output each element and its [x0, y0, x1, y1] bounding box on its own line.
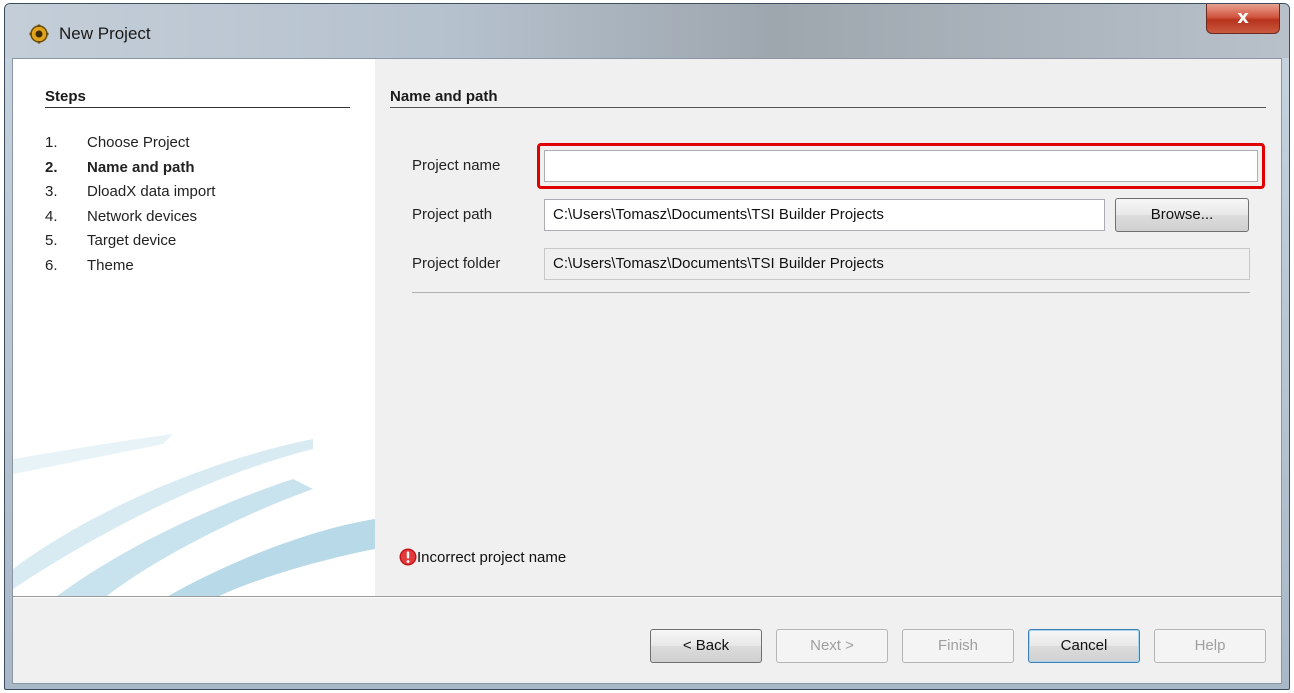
- step-item: 1. Choose Project: [45, 134, 190, 151]
- project-name-input[interactable]: [544, 150, 1258, 182]
- cancel-button[interactable]: Cancel: [1028, 629, 1140, 663]
- decorative-swoosh: [13, 434, 375, 596]
- step-item: 4. Network devices: [45, 207, 198, 225]
- footer-divider-highlight: [13, 597, 1281, 598]
- finish-button[interactable]: Finish: [902, 629, 1014, 663]
- title-bar[interactable]: New Project x: [5, 4, 1289, 58]
- help-button[interactable]: Help: [1154, 629, 1266, 663]
- steps-heading: Steps: [45, 88, 86, 105]
- section-title: Name and path: [390, 88, 498, 105]
- form-divider: [412, 292, 1250, 293]
- step-item: 6. Theme: [45, 256, 134, 274]
- browse-button[interactable]: Browse...: [1115, 198, 1249, 232]
- name-and-path-panel: Name and path Project name Project path …: [375, 59, 1281, 596]
- close-button[interactable]: x: [1206, 4, 1280, 34]
- steps-list: 1. Choose Project 2. Name and path 3. Dload…: [45, 131, 215, 278]
- error-icon: [399, 548, 417, 566]
- steps-divider: [45, 107, 350, 108]
- gear-icon: [29, 24, 49, 44]
- close-icon: x: [1237, 7, 1249, 28]
- new-project-dialog: New Project x Steps 1. Choose Project 2. N…: [4, 3, 1290, 690]
- project-folder-field: C:\Users\Tomasz\Documents\TSI Builder Pr…: [544, 248, 1250, 280]
- step-item: 3. DloadX data import: [45, 183, 216, 200]
- section-divider: [390, 107, 1266, 108]
- error-message: Incorrect project name: [417, 549, 567, 566]
- project-path-input[interactable]: C:\Users\Tomasz\Documents\TSI Builder Pr…: [544, 199, 1105, 231]
- step-item: 5. Target device: [45, 232, 177, 249]
- project-folder-label: Project folder: [412, 255, 501, 272]
- project-path-label: Project path: [412, 206, 493, 223]
- step-item-active: 2. Name and path: [45, 158, 195, 176]
- next-button[interactable]: Next >: [776, 629, 888, 663]
- project-name-label: Project name: [412, 157, 501, 174]
- dialog-body: Steps 1. Choose Project 2. Name and path 3…: [12, 58, 1282, 684]
- steps-panel: Steps 1. Choose Project 2. Name and path 3…: [13, 59, 375, 596]
- window-title: New Project: [59, 24, 151, 43]
- back-button[interactable]: < Back: [650, 629, 762, 663]
